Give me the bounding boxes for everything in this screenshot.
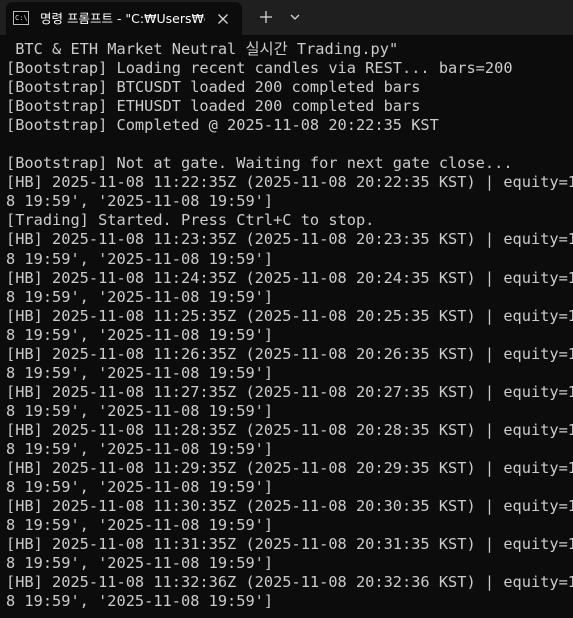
- console-line: 8 19:59', '2025-11-08 19:59']: [6, 554, 274, 573]
- tab-command-prompt[interactable]: C:\. 명령 프롬프트 - "C:₩Users₩gs: [6, 2, 242, 35]
- terminal-window: C:\. 명령 프롬프트 - "C:₩Users₩gs BTC & ETH Ma…: [0, 0, 573, 618]
- command-prompt-icon: C:\.: [13, 11, 29, 25]
- console-line: 8 19:59', '2025-11-08 19:59']: [6, 516, 274, 535]
- console-line: [Trading] Started. Press Ctrl+C to stop.: [6, 211, 375, 230]
- console-line: 8 19:59', '2025-11-08 19:59']: [6, 439, 274, 458]
- chevron-down-icon: [290, 14, 300, 20]
- console-line: [HB] 2025-11-08 11:32:36Z (2025-11-08 20…: [6, 573, 573, 592]
- console-line: [HB] 2025-11-08 11:26:35Z (2025-11-08 20…: [6, 344, 573, 363]
- console-line: 8 19:59', '2025-11-08 19:59']: [6, 287, 274, 306]
- console-line: [Bootstrap] Loading recent candles via R…: [6, 59, 513, 78]
- console-line: 8 19:59', '2025-11-08 19:59']: [6, 401, 274, 420]
- console-line: [Bootstrap] ETHUSDT loaded 200 completed…: [6, 97, 421, 116]
- console-line: [HB] 2025-11-08 11:25:35Z (2025-11-08 20…: [6, 306, 573, 325]
- close-icon[interactable]: [213, 9, 233, 29]
- tab-dropdown-button[interactable]: [284, 6, 306, 28]
- console-line: [HB] 2025-11-08 11:22:35Z (2025-11-08 20…: [6, 173, 573, 192]
- console-lines: BTC & ETH Market Neutral 실시간 Trading.py"…: [6, 40, 573, 611]
- plus-icon: [260, 11, 272, 23]
- new-tab-button[interactable]: [255, 6, 277, 28]
- tab-title: 명령 프롬프트 - "C:₩Users₩gs: [40, 11, 205, 26]
- console-line: [HB] 2025-11-08 11:28:35Z (2025-11-08 20…: [6, 420, 573, 439]
- console-line: 8 19:59', '2025-11-08 19:59']: [6, 363, 274, 382]
- console-line: 8 19:59', '2025-11-08 19:59']: [6, 192, 274, 211]
- console-line: 8 19:59', '2025-11-08 19:59']: [6, 249, 274, 268]
- console-line: [HB] 2025-11-08 11:27:35Z (2025-11-08 20…: [6, 382, 573, 401]
- console-line: [HB] 2025-11-08 11:23:35Z (2025-11-08 20…: [6, 230, 573, 249]
- console-line: [HB] 2025-11-08 11:29:35Z (2025-11-08 20…: [6, 459, 573, 478]
- console-line: [Bootstrap] Not at gate. Waiting for nex…: [6, 154, 513, 173]
- console-output[interactable]: BTC & ETH Market Neutral 실시간 Trading.py"…: [0, 35, 573, 618]
- console-line: 8 19:59', '2025-11-08 19:59']: [6, 325, 274, 344]
- console-line: [HB] 2025-11-08 11:24:35Z (2025-11-08 20…: [6, 268, 573, 287]
- console-line: 8 19:59', '2025-11-08 19:59']: [6, 478, 274, 497]
- console-line: [Bootstrap] BTCUSDT loaded 200 completed…: [6, 78, 421, 97]
- console-line: BTC & ETH Market Neutral 실시간 Trading.py": [6, 40, 399, 58]
- console-line: [HB] 2025-11-08 11:30:35Z (2025-11-08 20…: [6, 497, 573, 516]
- console-line: [Bootstrap] Completed @ 2025-11-08 20:22…: [6, 116, 439, 135]
- title-bar: C:\. 명령 프롬프트 - "C:₩Users₩gs: [0, 0, 573, 35]
- console-line: [HB] 2025-11-08 11:31:35Z (2025-11-08 20…: [6, 535, 573, 554]
- console-line: 8 19:59', '2025-11-08 19:59']: [6, 592, 274, 611]
